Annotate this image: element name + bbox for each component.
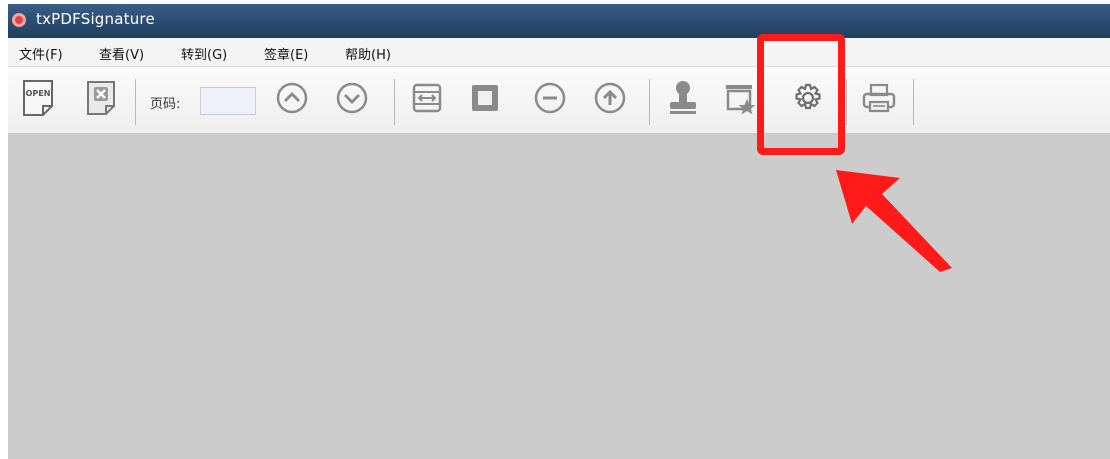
open-icon-label: OPEN [26,89,51,98]
toolbar-separator [649,79,650,125]
zoom-in-icon [594,82,626,114]
zoom-out-icon [534,82,566,114]
toolbar-separator [913,79,914,125]
previous-page-icon [276,82,308,114]
signature-field-button[interactable] [720,76,762,120]
menu-signature[interactable]: 签章(E) [264,44,308,63]
stamp-button[interactable] [662,76,704,120]
settings-button[interactable] [787,76,829,120]
fit-page-button[interactable] [464,76,506,120]
fit-width-button[interactable] [406,76,448,120]
zoom-out-button[interactable] [529,76,571,120]
open-file-button[interactable]: OPEN [17,76,59,120]
print-icon [862,83,896,113]
fit-width-icon [412,83,442,113]
fit-page-icon [472,85,498,111]
menu-goto[interactable]: 转到(G) [181,44,227,63]
app-window: txPDFSignature 文件(F) 查看(V) 转到(G) 签章(E) 帮… [8,4,1110,459]
menu-file[interactable]: 文件(F) [19,44,63,63]
next-page-icon [336,82,368,114]
open-file-icon: OPEN [23,80,53,116]
menu-bar: 文件(F) 查看(V) 转到(G) 签章(E) 帮助(H) [8,38,1110,67]
menu-view[interactable]: 查看(V) [99,44,144,63]
close-file-icon [87,81,115,115]
title-bar[interactable]: txPDFSignature [8,4,1110,38]
document-workspace [8,134,1110,459]
toolbar: OPEN 页码: [8,67,1110,134]
menu-help[interactable]: 帮助(H) [345,44,391,63]
close-file-button[interactable] [80,76,122,120]
toolbar-separator [846,79,847,125]
signature-field-icon [726,85,756,115]
settings-gear-icon [795,83,821,110]
app-logo-icon [12,13,26,27]
page-number-label: 页码: [150,97,181,112]
print-button[interactable] [858,76,900,120]
toolbar-separator [135,79,136,125]
toolbar-separator [394,79,395,125]
window-title: txPDFSignature [36,10,155,28]
previous-page-button[interactable] [271,76,313,120]
stamp-icon [670,81,696,114]
zoom-in-button[interactable] [589,76,631,120]
page-number-input[interactable] [200,87,256,115]
next-page-button[interactable] [331,76,373,120]
